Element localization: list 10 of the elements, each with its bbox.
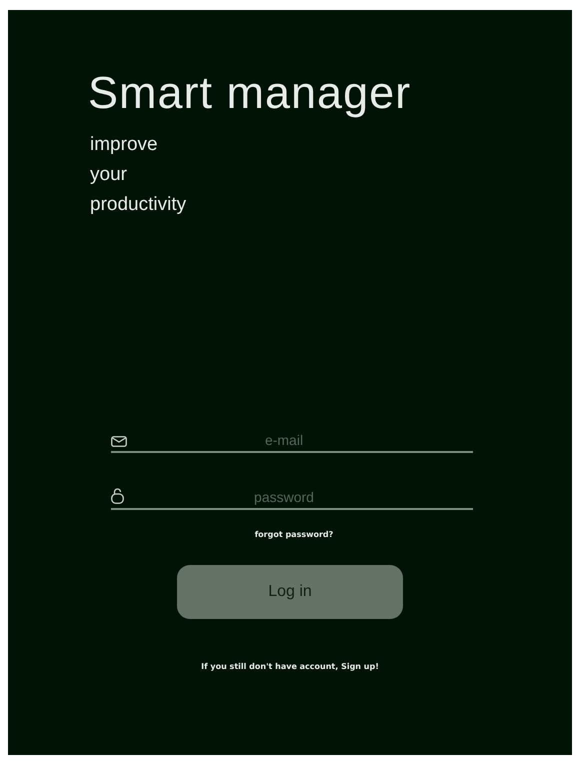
tagline-text: improve — [90, 132, 158, 156]
tagline-text: your — [90, 162, 127, 186]
forgot-password-link[interactable]: forgot password? — [254, 530, 334, 538]
password-field[interactable]: password — [111, 488, 473, 510]
signup-text: If you still don't have account, Sign up! — [201, 662, 379, 670]
tagline-text: productivity — [90, 192, 186, 216]
envelope-icon — [111, 436, 127, 446]
email-field[interactable]: e-mail — [111, 432, 473, 452]
app-title: Smart manager — [88, 68, 412, 118]
lock-icon — [111, 488, 124, 504]
